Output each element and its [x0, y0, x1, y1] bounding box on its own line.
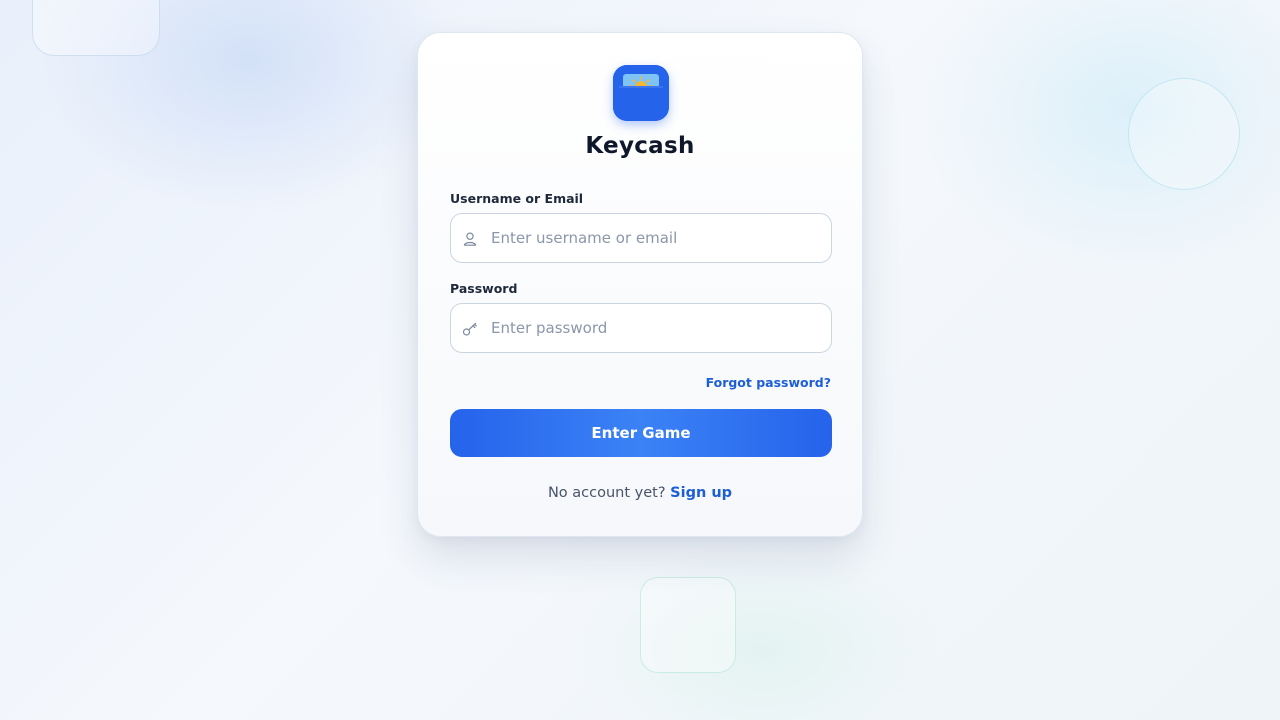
- username-label: Username or Email: [450, 191, 584, 206]
- password-label: Password: [450, 281, 518, 296]
- background-decor-square: [640, 577, 736, 673]
- forgot-password-link[interactable]: Forgot password?: [706, 375, 831, 390]
- background-decor-circle: [1128, 78, 1240, 190]
- user-icon: [463, 232, 477, 246]
- key-icon: [462, 322, 477, 336]
- app-logo-icon: [613, 65, 669, 121]
- background-decor-tile: [32, 0, 160, 56]
- signup-prompt-text: No account yet?: [547, 485, 666, 501]
- password-input[interactable]: [491, 304, 821, 352]
- signup-link[interactable]: Sign up: [670, 485, 732, 501]
- enter-game-button[interactable]: Enter Game: [450, 409, 832, 457]
- login-card: Keycash Username or Email Password Forgo…: [417, 32, 863, 537]
- signup-prompt: No account yet? Sign up: [418, 485, 862, 501]
- app-title: Keycash: [585, 133, 695, 159]
- password-field[interactable]: [450, 303, 832, 353]
- username-field[interactable]: [450, 213, 832, 263]
- username-input[interactable]: [491, 214, 821, 262]
